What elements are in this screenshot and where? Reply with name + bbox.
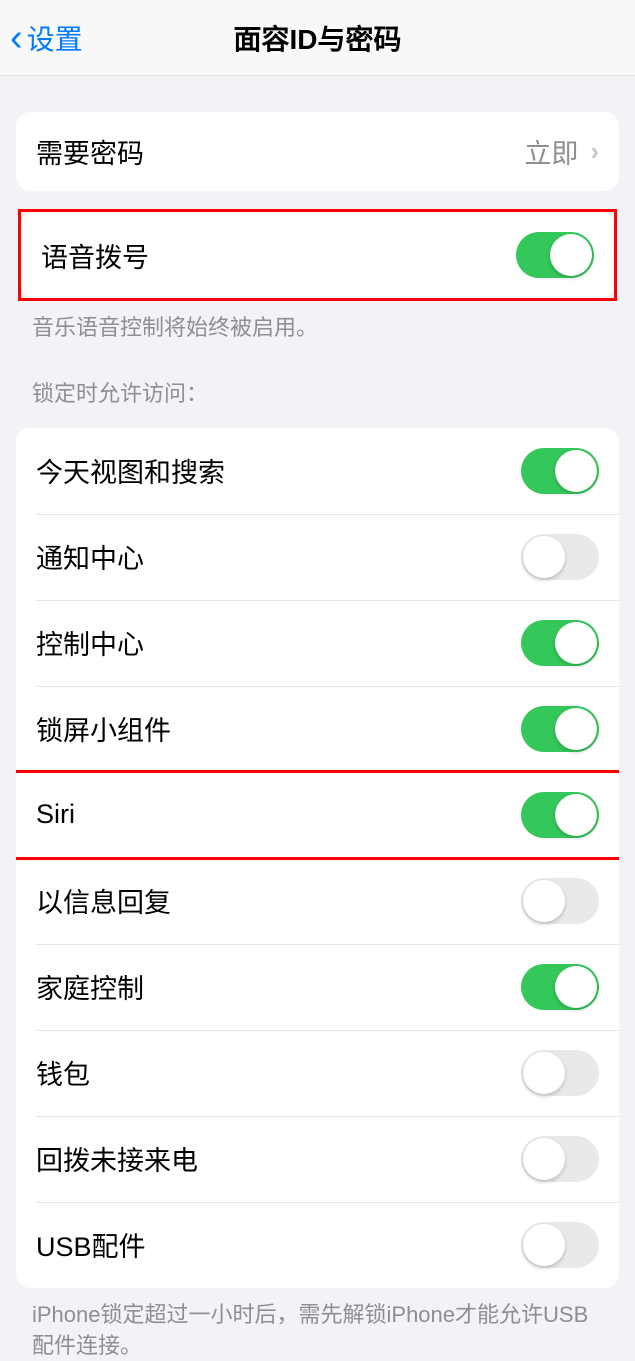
back-label: 设置 [27,18,83,58]
require-passcode-label: 需要密码 [36,132,144,171]
chevron-right-icon: › [590,136,599,167]
toggle-knob [555,708,597,750]
voice-dial-toggle[interactable] [516,232,594,278]
control-center-row: 控制中心 [16,600,619,686]
today-view-label: 今天视图和搜索 [36,451,225,490]
control-center-label: 控制中心 [36,623,144,662]
voice-dial-label: 语音拨号 [41,236,149,275]
notification-center-label: 通知中心 [36,537,144,576]
reply-message-row: 以信息回复 [16,858,619,944]
toggle-knob [555,794,597,836]
siri-label: Siri [36,799,75,830]
voice-dial-group: 语音拨号 [21,212,614,298]
home-control-row: 家庭控制 [16,944,619,1030]
return-missed-calls-label: 回拨未接来电 [36,1139,198,1178]
toggle-knob [523,536,565,578]
wallet-label: 钱包 [36,1053,90,1092]
usb-accessories-toggle[interactable] [521,1222,599,1268]
lock-access-footer: iPhone锁定超过一小时后，需先解锁iPhone才能允许USB配件连接。 [0,1288,635,1361]
require-passcode-value-wrapper: 立即 › [524,132,599,171]
back-button[interactable]: ‹ 设置 [10,18,83,58]
home-control-label: 家庭控制 [36,967,144,1006]
voice-dial-highlight: 语音拨号 [18,209,617,301]
lock-access-group: 今天视图和搜索 通知中心 控制中心 锁屏小组件 Siri [16,428,619,1288]
home-control-toggle[interactable] [521,964,599,1010]
toggle-knob [555,450,597,492]
page-title: 面容ID与密码 [233,18,401,58]
lockscreen-widgets-row: 锁屏小组件 [16,686,619,772]
lockscreen-widgets-toggle[interactable] [521,706,599,752]
require-passcode-value: 立即 [524,132,578,171]
reply-message-label: 以信息回复 [36,881,171,920]
siri-row: Siri [16,772,619,858]
reply-message-toggle[interactable] [521,878,599,924]
usb-accessories-label: USB配件 [36,1225,146,1264]
lockscreen-widgets-label: 锁屏小组件 [36,709,171,748]
lock-access-header: 锁定时允许访问： [0,344,635,418]
wallet-toggle[interactable] [521,1050,599,1096]
require-passcode-row[interactable]: 需要密码 立即 › [16,112,619,191]
require-passcode-group: 需要密码 立即 › [16,112,619,191]
chevron-left-icon: ‹ [10,19,23,57]
today-view-toggle[interactable] [521,448,599,494]
navigation-bar: ‹ 设置 面容ID与密码 [0,0,635,76]
toggle-knob [550,234,592,276]
toggle-knob [555,622,597,664]
control-center-toggle[interactable] [521,620,599,666]
settings-content: 需要密码 立即 › 语音拨号 音乐语音控制将始终被启用。 锁定时允许访问： 今天… [0,112,635,1361]
usb-accessories-row: USB配件 [16,1202,619,1288]
voice-dial-footer: 音乐语音控制将始终被启用。 [0,301,635,344]
toggle-knob [523,1224,565,1266]
voice-dial-row: 语音拨号 [21,212,614,298]
return-missed-calls-toggle[interactable] [521,1136,599,1182]
notification-center-row: 通知中心 [16,514,619,600]
toggle-knob [555,966,597,1008]
today-view-row: 今天视图和搜索 [16,428,619,514]
toggle-knob [523,1052,565,1094]
notification-center-toggle[interactable] [521,534,599,580]
return-missed-calls-row: 回拨未接来电 [16,1116,619,1202]
wallet-row: 钱包 [16,1030,619,1116]
toggle-knob [523,1138,565,1180]
siri-toggle[interactable] [521,792,599,838]
toggle-knob [523,880,565,922]
